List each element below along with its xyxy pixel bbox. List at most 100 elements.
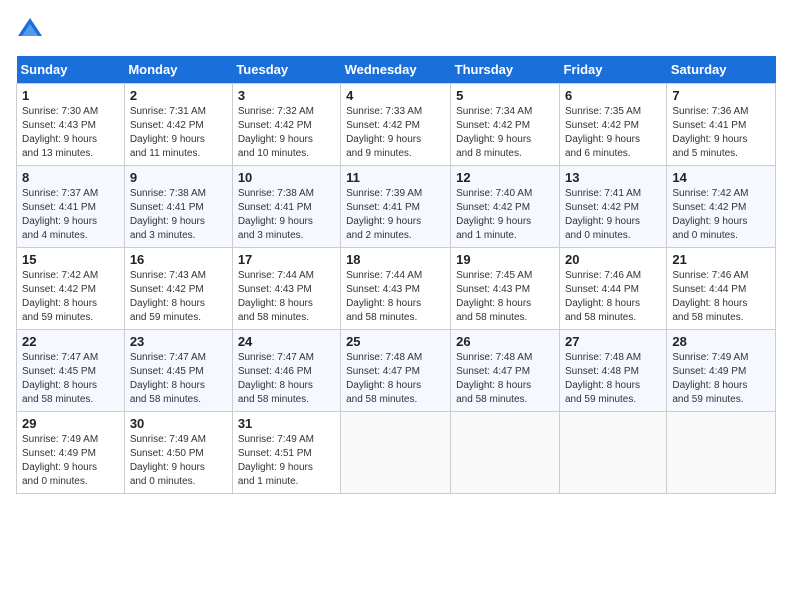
col-header-thursday: Thursday bbox=[451, 56, 560, 84]
calendar-cell: 14 Sunrise: 7:42 AMSunset: 4:42 PMDayligh… bbox=[667, 166, 776, 248]
day-info: Sunrise: 7:40 AMSunset: 4:42 PMDaylight:… bbox=[456, 187, 554, 243]
day-number: 13 bbox=[565, 170, 661, 185]
calendar-cell: 16 Sunrise: 7:43 AMSunset: 4:42 PMDayligh… bbox=[124, 248, 232, 330]
day-number: 4 bbox=[346, 88, 445, 103]
col-header-sunday: Sunday bbox=[17, 56, 125, 84]
day-number: 2 bbox=[130, 88, 227, 103]
col-header-saturday: Saturday bbox=[667, 56, 776, 84]
day-number: 5 bbox=[456, 88, 554, 103]
calendar-cell: 8 Sunrise: 7:37 AMSunset: 4:41 PMDaylight… bbox=[17, 166, 125, 248]
day-info: Sunrise: 7:30 AMSunset: 4:43 PMDaylight:… bbox=[22, 105, 119, 161]
col-header-friday: Friday bbox=[559, 56, 666, 84]
day-info: Sunrise: 7:47 AMSunset: 4:45 PMDaylight:… bbox=[22, 351, 119, 407]
calendar-cell bbox=[667, 412, 776, 494]
day-info: Sunrise: 7:46 AMSunset: 4:44 PMDaylight:… bbox=[565, 269, 661, 325]
day-info: Sunrise: 7:36 AMSunset: 4:41 PMDaylight:… bbox=[672, 105, 770, 161]
week-row-4: 22 Sunrise: 7:47 AMSunset: 4:45 PMDayligh… bbox=[17, 330, 776, 412]
day-info: Sunrise: 7:42 AMSunset: 4:42 PMDaylight:… bbox=[22, 269, 119, 325]
day-info: Sunrise: 7:48 AMSunset: 4:48 PMDaylight:… bbox=[565, 351, 661, 407]
day-number: 8 bbox=[22, 170, 119, 185]
week-row-3: 15 Sunrise: 7:42 AMSunset: 4:42 PMDayligh… bbox=[17, 248, 776, 330]
calendar-cell: 10 Sunrise: 7:38 AMSunset: 4:41 PMDayligh… bbox=[232, 166, 340, 248]
logo-icon bbox=[16, 16, 44, 44]
calendar-cell: 1 Sunrise: 7:30 AMSunset: 4:43 PMDaylight… bbox=[17, 84, 125, 166]
day-number: 27 bbox=[565, 334, 661, 349]
day-number: 10 bbox=[238, 170, 335, 185]
calendar-cell: 3 Sunrise: 7:32 AMSunset: 4:42 PMDaylight… bbox=[232, 84, 340, 166]
week-row-5: 29 Sunrise: 7:49 AMSunset: 4:49 PMDayligh… bbox=[17, 412, 776, 494]
calendar-table: SundayMondayTuesdayWednesdayThursdayFrid… bbox=[16, 56, 776, 494]
day-number: 21 bbox=[672, 252, 770, 267]
calendar-cell: 27 Sunrise: 7:48 AMSunset: 4:48 PMDayligh… bbox=[559, 330, 666, 412]
day-number: 24 bbox=[238, 334, 335, 349]
calendar-cell: 28Sunrise: 7:49 AMSunset: 4:49 PMDayligh… bbox=[667, 330, 776, 412]
day-number: 22 bbox=[22, 334, 119, 349]
day-info: Sunrise: 7:48 AMSunset: 4:47 PMDaylight:… bbox=[346, 351, 445, 407]
calendar-cell bbox=[559, 412, 666, 494]
calendar-cell: 2 Sunrise: 7:31 AMSunset: 4:42 PMDaylight… bbox=[124, 84, 232, 166]
day-number: 14 bbox=[672, 170, 770, 185]
day-info: Sunrise: 7:45 AMSunset: 4:43 PMDaylight:… bbox=[456, 269, 554, 325]
col-header-monday: Monday bbox=[124, 56, 232, 84]
calendar-cell: 20 Sunrise: 7:46 AMSunset: 4:44 PMDayligh… bbox=[559, 248, 666, 330]
day-info: Sunrise: 7:38 AMSunset: 4:41 PMDaylight:… bbox=[238, 187, 335, 243]
day-number: 3 bbox=[238, 88, 335, 103]
calendar-cell: 23 Sunrise: 7:47 AMSunset: 4:45 PMDayligh… bbox=[124, 330, 232, 412]
day-number: 25 bbox=[346, 334, 445, 349]
day-info: Sunrise: 7:44 AMSunset: 4:43 PMDaylight:… bbox=[238, 269, 335, 325]
calendar-cell: 22 Sunrise: 7:47 AMSunset: 4:45 PMDayligh… bbox=[17, 330, 125, 412]
day-info: Sunrise: 7:34 AMSunset: 4:42 PMDaylight:… bbox=[456, 105, 554, 161]
day-number: 30 bbox=[130, 416, 227, 431]
day-info: Sunrise: 7:46 AMSunset: 4:44 PMDaylight:… bbox=[672, 269, 770, 325]
calendar-cell: 21 Sunrise: 7:46 AMSunset: 4:44 PMDayligh… bbox=[667, 248, 776, 330]
calendar-cell: 7 Sunrise: 7:36 AMSunset: 4:41 PMDaylight… bbox=[667, 84, 776, 166]
day-info: Sunrise: 7:35 AMSunset: 4:42 PMDaylight:… bbox=[565, 105, 661, 161]
day-number: 12 bbox=[456, 170, 554, 185]
calendar-cell: 4 Sunrise: 7:33 AMSunset: 4:42 PMDaylight… bbox=[341, 84, 451, 166]
day-number: 19 bbox=[456, 252, 554, 267]
day-number: 23 bbox=[130, 334, 227, 349]
day-info: Sunrise: 7:47 AMSunset: 4:46 PMDaylight:… bbox=[238, 351, 335, 407]
calendar-cell: 12 Sunrise: 7:40 AMSunset: 4:42 PMDayligh… bbox=[451, 166, 560, 248]
day-number: 31 bbox=[238, 416, 335, 431]
calendar-cell: 18 Sunrise: 7:44 AMSunset: 4:43 PMDayligh… bbox=[341, 248, 451, 330]
column-headers: SundayMondayTuesdayWednesdayThursdayFrid… bbox=[17, 56, 776, 84]
day-info: Sunrise: 7:33 AMSunset: 4:42 PMDaylight:… bbox=[346, 105, 445, 161]
day-number: 6 bbox=[565, 88, 661, 103]
calendar-cell: 29 Sunrise: 7:49 AMSunset: 4:49 PMDayligh… bbox=[17, 412, 125, 494]
calendar-cell: 17 Sunrise: 7:44 AMSunset: 4:43 PMDayligh… bbox=[232, 248, 340, 330]
calendar-cell bbox=[341, 412, 451, 494]
calendar-cell: 5 Sunrise: 7:34 AMSunset: 4:42 PMDaylight… bbox=[451, 84, 560, 166]
day-number: 18 bbox=[346, 252, 445, 267]
day-number: 1 bbox=[22, 88, 119, 103]
day-info: Sunrise: 7:32 AMSunset: 4:42 PMDaylight:… bbox=[238, 105, 335, 161]
day-number: 17 bbox=[238, 252, 335, 267]
day-info: Sunrise: 7:43 AMSunset: 4:42 PMDaylight:… bbox=[130, 269, 227, 325]
page-header bbox=[16, 16, 776, 44]
day-info: Sunrise: 7:42 AMSunset: 4:42 PMDaylight:… bbox=[672, 187, 770, 243]
calendar-cell: 19 Sunrise: 7:45 AMSunset: 4:43 PMDayligh… bbox=[451, 248, 560, 330]
day-number: 29 bbox=[22, 416, 119, 431]
calendar-cell: 25 Sunrise: 7:48 AMSunset: 4:47 PMDayligh… bbox=[341, 330, 451, 412]
calendar-cell: 11Sunrise: 7:39 AMSunset: 4:41 PMDayligh… bbox=[341, 166, 451, 248]
day-info: Sunrise: 7:41 AMSunset: 4:42 PMDaylight:… bbox=[565, 187, 661, 243]
calendar-cell: 15 Sunrise: 7:42 AMSunset: 4:42 PMDayligh… bbox=[17, 248, 125, 330]
col-header-tuesday: Tuesday bbox=[232, 56, 340, 84]
day-info: Sunrise: 7:49 AMSunset: 4:51 PMDaylight:… bbox=[238, 433, 335, 489]
col-header-wednesday: Wednesday bbox=[341, 56, 451, 84]
day-info: Sunrise: 7:49 AMSunset: 4:49 PMDaylight:… bbox=[22, 433, 119, 489]
day-info: Sunrise: 7:31 AMSunset: 4:42 PMDaylight:… bbox=[130, 105, 227, 161]
day-info: Sunrise: 7:38 AMSunset: 4:41 PMDaylight:… bbox=[130, 187, 227, 243]
day-number: 7 bbox=[672, 88, 770, 103]
calendar-cell: 26Sunrise: 7:48 AMSunset: 4:47 PMDayligh… bbox=[451, 330, 560, 412]
day-number: 9 bbox=[130, 170, 227, 185]
logo bbox=[16, 16, 48, 44]
day-info: Sunrise: 7:47 AMSunset: 4:45 PMDaylight:… bbox=[130, 351, 227, 407]
day-number: 16 bbox=[130, 252, 227, 267]
day-info: Sunrise: 7:37 AMSunset: 4:41 PMDaylight:… bbox=[22, 187, 119, 243]
day-number: 20 bbox=[565, 252, 661, 267]
day-info: Sunrise: 7:44 AMSunset: 4:43 PMDaylight:… bbox=[346, 269, 445, 325]
calendar-cell: 9 Sunrise: 7:38 AMSunset: 4:41 PMDaylight… bbox=[124, 166, 232, 248]
day-number: 15 bbox=[22, 252, 119, 267]
calendar-cell: 6 Sunrise: 7:35 AMSunset: 4:42 PMDaylight… bbox=[559, 84, 666, 166]
